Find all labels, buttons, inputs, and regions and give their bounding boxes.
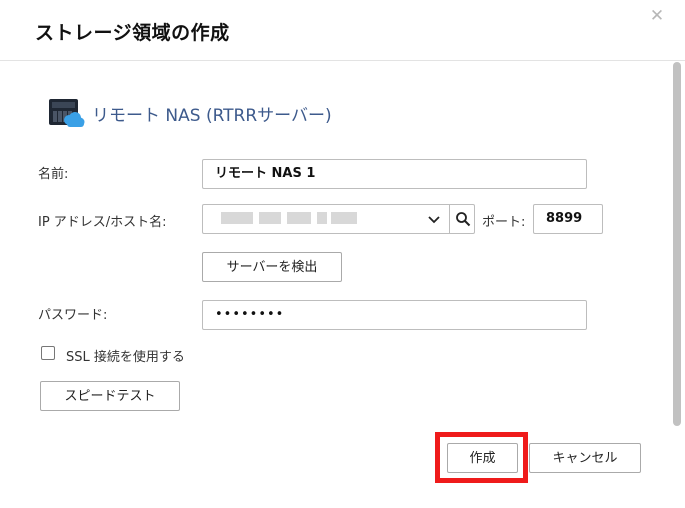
ip-value-blurred bbox=[213, 211, 373, 225]
ip-host-combobox[interactable] bbox=[202, 204, 475, 234]
ssl-label: SSL 接続を使用する bbox=[66, 350, 185, 365]
speed-test-button[interactable]: スピードテスト bbox=[40, 381, 180, 411]
password-label: パスワード: bbox=[38, 308, 108, 323]
nas-type-title: リモート NAS (RTRRサーバー) bbox=[92, 106, 332, 126]
dialog-title: ストレージ領域の作成 bbox=[35, 22, 230, 44]
ip-label: IP アドレス/ホスト名: bbox=[38, 215, 167, 230]
nas-cloud-icon bbox=[49, 99, 85, 127]
highlight-box bbox=[435, 432, 528, 483]
chevron-down-icon[interactable] bbox=[426, 210, 442, 228]
close-icon[interactable]: ✕ bbox=[647, 6, 667, 26]
password-field[interactable]: •••••••• bbox=[202, 300, 587, 330]
combo-separator bbox=[449, 205, 450, 233]
name-label: 名前: bbox=[38, 167, 69, 182]
port-label: ポート: bbox=[482, 215, 526, 230]
dialog-title-bar: ストレージ領域の作成 ✕ bbox=[0, 0, 685, 61]
ssl-checkbox[interactable] bbox=[41, 346, 55, 360]
port-field[interactable]: 8899 bbox=[533, 204, 603, 234]
scrollbar[interactable] bbox=[673, 62, 681, 426]
name-field[interactable]: リモート NAS 1 bbox=[202, 159, 587, 189]
create-storage-dialog: ストレージ領域の作成 ✕ リモート NAS (RTRRサーバー) 名前: リモー… bbox=[0, 0, 685, 508]
search-icon[interactable] bbox=[455, 211, 471, 227]
cancel-button[interactable]: キャンセル bbox=[529, 443, 641, 473]
detect-server-button[interactable]: サーバーを検出 bbox=[202, 252, 342, 282]
